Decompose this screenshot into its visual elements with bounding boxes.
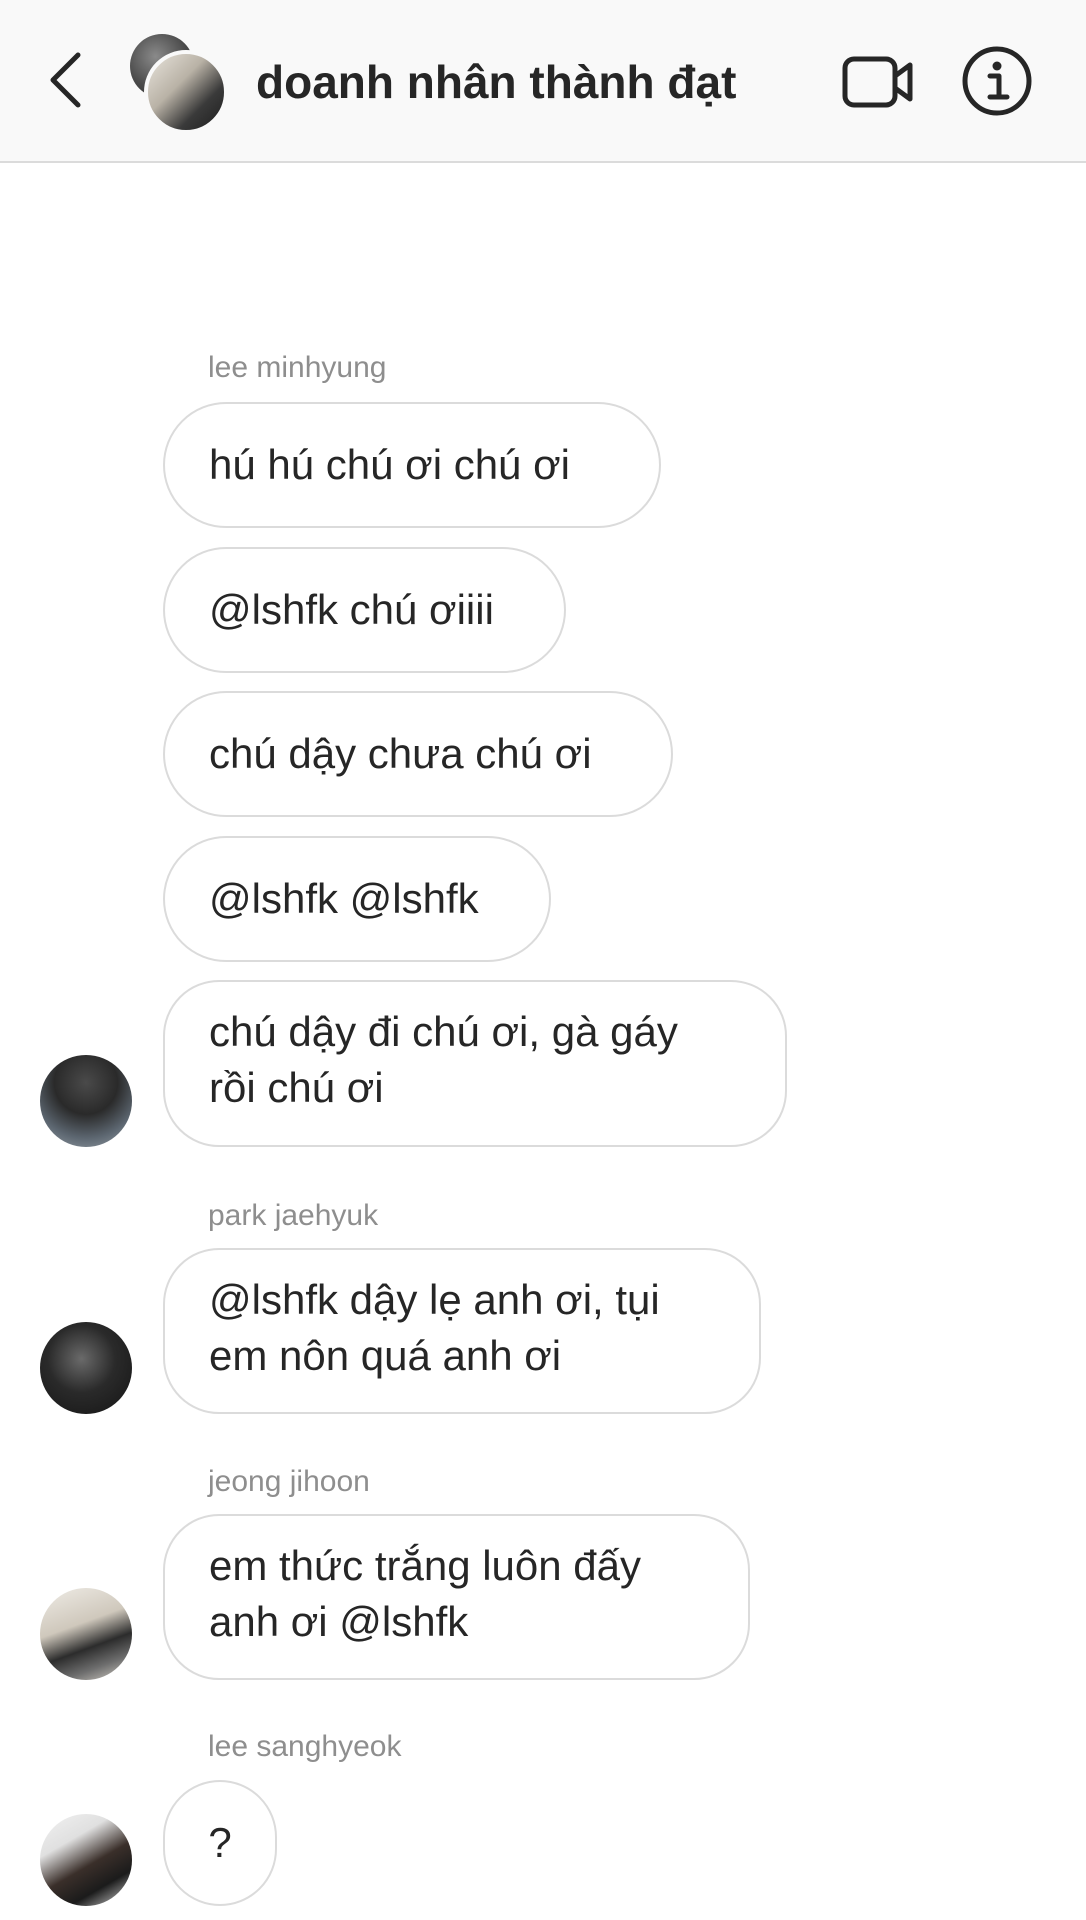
message-text: @lshfk dậy lẹ anh ơi, tụi em nôn quá anh… [209, 1276, 660, 1379]
sender-name: lee minhyung [208, 351, 387, 384]
message-bubble[interactable]: @lshfk dậy lẹ anh ơi, tụi em nôn quá anh… [163, 1248, 761, 1414]
sender-name: park jaehyuk [208, 1199, 379, 1232]
info-button[interactable] [960, 44, 1034, 118]
video-camera-icon [842, 56, 913, 108]
chat-title[interactable]: doanh nhân thành đạt [256, 50, 736, 114]
message-text: ? [208, 1819, 232, 1866]
message-text: em thức trắng luôn đấy anh ơi @lshfk [209, 1542, 642, 1645]
message-bubble[interactable]: @lshfk @lshfk [163, 836, 551, 962]
message-bubble[interactable]: @lshfk chú ơiiii [163, 547, 566, 673]
message-text: chú dậy chưa chú ơi [209, 730, 592, 777]
message-text: hú hú chú ơi chú ơi [209, 441, 570, 488]
message-text: @lshfk @lshfk [209, 875, 479, 922]
avatar[interactable] [40, 1055, 132, 1147]
message-text: @lshfk chú ơiiii [209, 586, 494, 633]
sender-name: jeong jihoon [208, 1465, 370, 1498]
avatar[interactable] [40, 1588, 132, 1680]
chat-header: doanh nhân thành đạt [0, 0, 1086, 163]
sender-name: lee sanghyeok [208, 1730, 402, 1763]
message-bubble[interactable]: chú dậy chưa chú ơi [163, 691, 673, 817]
message-bubble[interactable]: hú hú chú ơi chú ơi [163, 402, 661, 528]
message-bubble[interactable]: chú dậy đi chú ơi, gà gáy rồi chú ơi [163, 980, 787, 1147]
message-text: chú dậy đi chú ơi, gà gáy rồi chú ơi [209, 1008, 678, 1111]
info-icon [962, 46, 1032, 116]
avatar[interactable] [40, 1814, 132, 1906]
video-call-button[interactable] [840, 50, 916, 114]
message-bubble[interactable]: ? [163, 1780, 277, 1906]
avatar[interactable] [40, 1322, 132, 1414]
message-bubble[interactable]: em thức trắng luôn đấy anh ơi @lshfk [163, 1514, 750, 1680]
group-avatar[interactable] [130, 34, 230, 134]
avatar [144, 50, 228, 134]
chevron-left-icon [50, 52, 81, 108]
back-button[interactable] [40, 48, 90, 112]
